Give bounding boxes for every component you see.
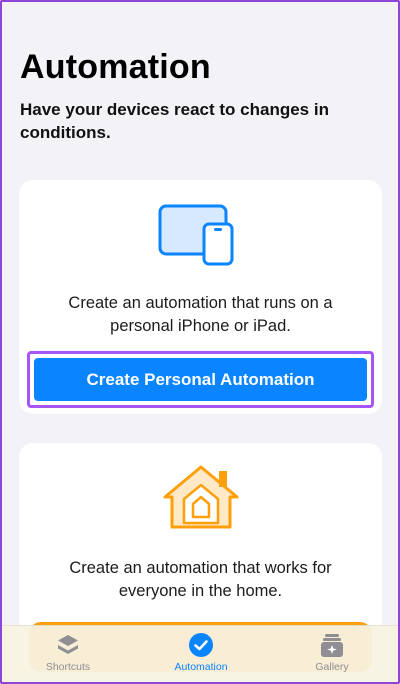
app-screen: Automation Have your devices react to ch…	[0, 0, 400, 684]
shortcuts-stack-icon	[58, 635, 78, 654]
gallery-icon	[321, 634, 343, 657]
tab-automation[interactable]: Automation	[151, 630, 251, 680]
create-personal-automation-button[interactable]: Create Personal Automation	[34, 358, 367, 401]
page-title: Automation	[20, 48, 211, 86]
tab-shortcuts[interactable]: Shortcuts	[18, 630, 118, 680]
page-subtitle: Have your devices react to changes in co…	[20, 100, 329, 142]
home-icon	[163, 465, 238, 529]
tab-label: Automation	[174, 661, 228, 673]
tab-bar: Shortcuts Automation Gallery	[2, 625, 398, 682]
tab-gallery[interactable]: Gallery	[282, 630, 382, 680]
button-highlight-outline: Create Personal Automation	[27, 351, 374, 408]
automation-check-icon	[189, 633, 213, 657]
personal-automation-description: Create an automation that runs on a pers…	[68, 294, 333, 335]
devices-icon	[158, 204, 233, 266]
tab-label: Gallery	[315, 661, 349, 673]
home-automation-description: Create an automation that works for ever…	[69, 559, 332, 600]
personal-automation-card: Create an automation that runs on a pers…	[19, 180, 382, 414]
tab-label: Shortcuts	[45, 661, 91, 673]
